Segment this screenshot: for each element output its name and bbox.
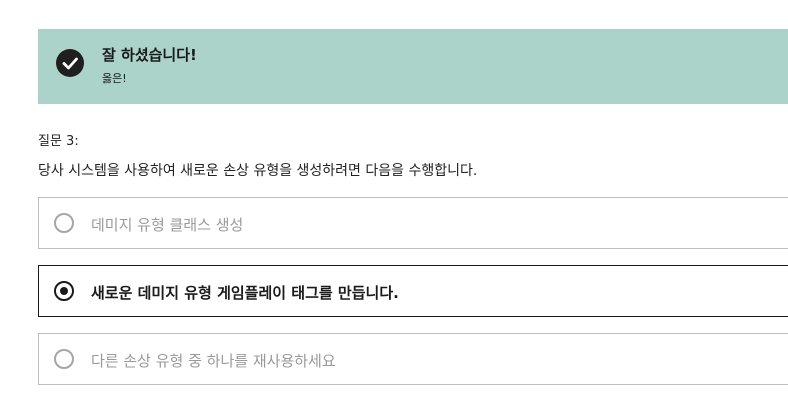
question-number: 질문 3:	[38, 134, 79, 149]
answer-option-label: 새로운 데미지 유형 게임플레이 태그를 만듭니다.	[91, 284, 399, 302]
feedback-subtitle: 옳은!	[102, 72, 127, 85]
answer-option-2[interactable]: 새로운 데미지 유형 게임플레이 태그를 만듭니다.	[38, 265, 788, 317]
question-text: 당사 시스템을 사용하여 새로운 손상 유형을 생성하려면 다음을 수행합니다.	[38, 163, 478, 179]
quiz-page: 잘 하셨습니다! 옳은! 질문 3: 당사 시스템을 사용하여 새로운 손상 유…	[0, 0, 788, 413]
answer-option-3[interactable]: 다른 손상 유형 중 하나를 재사용하세요	[38, 333, 788, 385]
answer-option-label: 다른 손상 유형 중 하나를 재사용하세요	[91, 352, 336, 370]
answer-option-1[interactable]: 데미지 유형 클래스 생성	[38, 197, 788, 249]
check-circle-icon	[56, 49, 84, 77]
radio-dot	[60, 287, 68, 295]
feedback-title: 잘 하셨습니다!	[102, 46, 197, 64]
radio-button[interactable]	[54, 213, 74, 233]
radio-button-selected[interactable]	[54, 281, 74, 301]
feedback-banner: 잘 하셨습니다! 옳은!	[38, 29, 788, 104]
radio-button[interactable]	[54, 349, 74, 369]
answer-option-label: 데미지 유형 클래스 생성	[91, 216, 244, 234]
